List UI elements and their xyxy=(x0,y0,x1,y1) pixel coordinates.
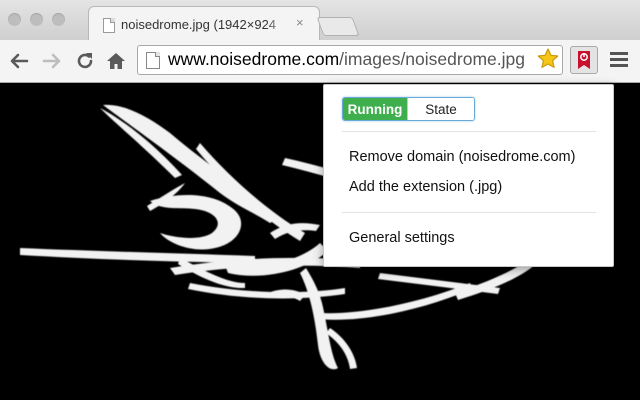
forward-button[interactable] xyxy=(41,50,63,72)
menu-bar-icon xyxy=(610,64,628,67)
bookmark-star-icon[interactable] xyxy=(536,47,560,71)
tab-title: noisedrome.jpg (1942×924 xyxy=(121,17,277,32)
page-favicon-icon xyxy=(103,18,115,33)
url-host: www.noisedrome.com xyxy=(168,49,340,69)
back-button[interactable] xyxy=(8,50,30,72)
address-bar[interactable]: www.noisedrome.com/images/noisedrome.jpg xyxy=(137,45,563,75)
home-button[interactable] xyxy=(105,50,127,72)
new-tab-button[interactable] xyxy=(316,17,360,36)
menu-bar-icon xyxy=(610,58,628,61)
state-toggle[interactable]: Running State xyxy=(342,97,475,121)
close-window-button[interactable] xyxy=(8,13,21,26)
divider xyxy=(342,131,596,132)
tab-active[interactable]: noisedrome.jpg (1942×924 × xyxy=(88,6,320,41)
page-icon xyxy=(146,52,160,69)
back-arrow-icon xyxy=(10,53,29,69)
zoom-window-button[interactable] xyxy=(52,13,65,26)
toggle-running-option[interactable]: Running xyxy=(343,98,407,120)
add-extension-menu-item[interactable]: Add the extension (.jpg) xyxy=(349,179,502,195)
tab-strip: noisedrome.jpg (1942×924 × xyxy=(0,0,640,41)
reload-button[interactable] xyxy=(74,50,96,72)
extension-icon xyxy=(578,51,590,69)
url-text[interactable]: www.noisedrome.com/images/noisedrome.jpg xyxy=(168,49,525,70)
extension-popup: Running State Remove domain (noisedrome.… xyxy=(323,84,614,267)
divider xyxy=(342,212,596,213)
menu-bar-icon xyxy=(610,52,628,55)
minimize-window-button[interactable] xyxy=(30,13,43,26)
remove-domain-menu-item[interactable]: Remove domain (noisedrome.com) xyxy=(349,149,575,165)
toggle-state-option[interactable]: State xyxy=(407,98,474,120)
extension-button[interactable] xyxy=(570,46,598,74)
browser-menu-button[interactable] xyxy=(610,52,628,68)
home-icon xyxy=(107,53,125,69)
reload-icon xyxy=(77,53,93,69)
tab-close-icon[interactable]: × xyxy=(296,15,304,30)
general-settings-menu-item[interactable]: General settings xyxy=(349,230,455,246)
url-path: /images/noisedrome.jpg xyxy=(339,49,525,69)
toolbar: www.noisedrome.com/images/noisedrome.jpg xyxy=(0,40,640,83)
forward-arrow-icon xyxy=(42,53,61,69)
